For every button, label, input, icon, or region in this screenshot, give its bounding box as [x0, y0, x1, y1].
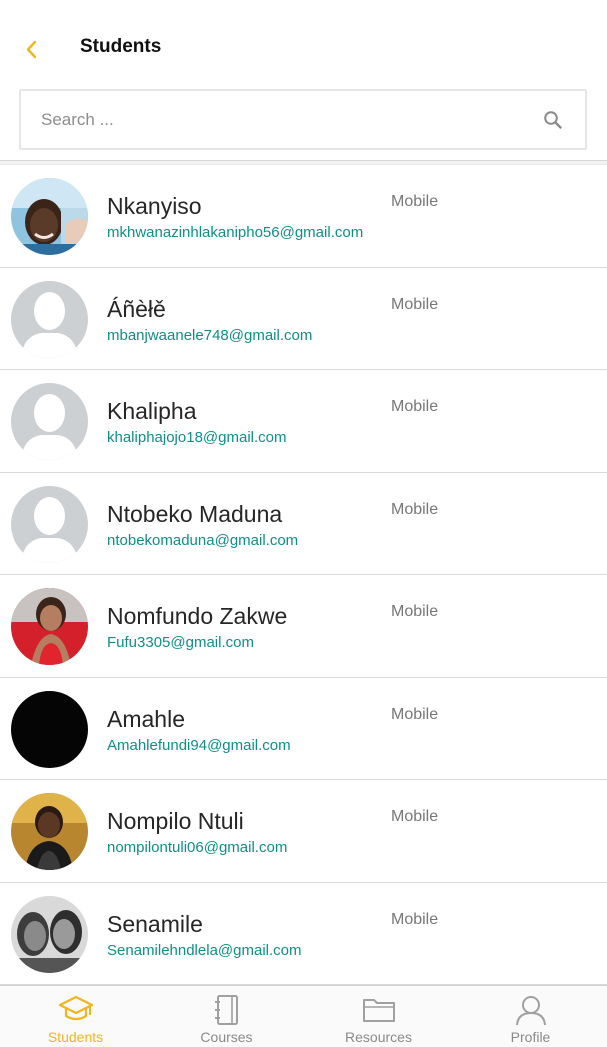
student-row[interactable]: Nomfundo Zakwe Fufu3305@gmail.com Mobile: [0, 575, 607, 678]
student-row[interactable]: Nkanyiso mkhwanazinhlakanipho56@gmail.co…: [0, 165, 607, 268]
student-email[interactable]: Amahlefundi94@gmail.com: [107, 737, 291, 754]
nav-courses[interactable]: Courses: [151, 986, 302, 1047]
nav-label: Resources: [345, 1029, 412, 1045]
bottom-navigation: Students Courses Resources Profile: [0, 985, 607, 1047]
student-email[interactable]: Senamilehndlela@gmail.com: [107, 942, 302, 959]
contact-label: Mobile: [391, 398, 439, 415]
nav-resources[interactable]: Resources: [303, 986, 454, 1047]
back-button[interactable]: [18, 34, 48, 64]
avatar: [11, 588, 88, 665]
default-user-icon: [11, 383, 88, 460]
nav-profile[interactable]: Profile: [455, 986, 606, 1047]
student-row[interactable]: Áñèłě mbanjwaanele748@gmail.com Mobile: [0, 267, 607, 370]
contact-label: Mobile: [391, 295, 439, 313]
avatar: [11, 690, 88, 768]
student-row[interactable]: Ntobeko Maduna ntobekomaduna@gmail.com M…: [0, 472, 607, 575]
student-list: Nkanyiso mkhwanazinhlakanipho56@gmail.co…: [0, 165, 607, 985]
contact-label: Mobile: [391, 910, 439, 928]
contact-label: Mobile: [391, 500, 439, 518]
student-email[interactable]: khaliphajojo18@gmail.com: [107, 429, 287, 446]
search-icon[interactable]: [543, 110, 563, 130]
student-email[interactable]: nompilontuli06@gmail.com: [107, 839, 287, 856]
app-header: Students: [0, 0, 607, 90]
nav-label: Students: [47, 1029, 104, 1045]
avatar: [11, 485, 88, 563]
student-name: Nomfundo Zakwe: [107, 603, 288, 629]
search-bar: [19, 89, 587, 150]
student-email[interactable]: mkhwanazinhlakanipho56@gmail.com: [107, 224, 363, 241]
student-name: Senamile: [107, 910, 203, 937]
student-email[interactable]: mbanjwaanele748@gmail.com: [107, 327, 312, 344]
contact-label: Mobile: [391, 705, 439, 723]
student-row[interactable]: Khalipha khaliphajojo18@gmail.com Mobile: [0, 370, 607, 473]
nav-students[interactable]: Students: [0, 986, 151, 1047]
page-title: Students: [80, 36, 162, 57]
student-name: Amahle: [107, 705, 185, 732]
avatar: [11, 280, 88, 358]
student-name: Khalipha: [107, 398, 197, 424]
student-row[interactable]: Senamile Senamilehndlela@gmail.com Mobil…: [0, 882, 607, 985]
student-email[interactable]: ntobekomaduna@gmail.com: [107, 532, 298, 549]
chevron-left-icon: [26, 40, 37, 59]
notebook-icon: [214, 995, 238, 1025]
default-user-icon: [11, 280, 88, 358]
graduation-cap-icon: [58, 995, 93, 1021]
nav-label: Profile: [510, 1029, 551, 1045]
nav-label: Courses: [200, 1029, 253, 1045]
student-row[interactable]: Nompilo Ntuli nompilontuli06@gmail.com M…: [0, 780, 607, 883]
avatar: [11, 178, 88, 255]
user-icon: [515, 996, 546, 1026]
contact-label: Mobile: [391, 603, 439, 620]
search-input[interactable]: [41, 91, 541, 148]
default-user-icon: [11, 485, 88, 563]
contact-label: Mobile: [391, 193, 439, 210]
student-name: Áñèłě: [107, 295, 166, 322]
folder-icon: [362, 999, 395, 1022]
student-name: Ntobeko Maduna: [107, 500, 283, 527]
avatar: [11, 895, 88, 973]
avatar: [11, 793, 88, 870]
student-email[interactable]: Fufu3305@gmail.com: [107, 634, 254, 651]
student-row[interactable]: Amahle Amahlefundi94@gmail.com Mobile: [0, 677, 607, 780]
student-name: Nompilo Ntuli: [107, 808, 244, 834]
student-name: Nkanyiso: [107, 193, 202, 219]
contact-label: Mobile: [391, 808, 439, 825]
avatar: [11, 383, 88, 460]
